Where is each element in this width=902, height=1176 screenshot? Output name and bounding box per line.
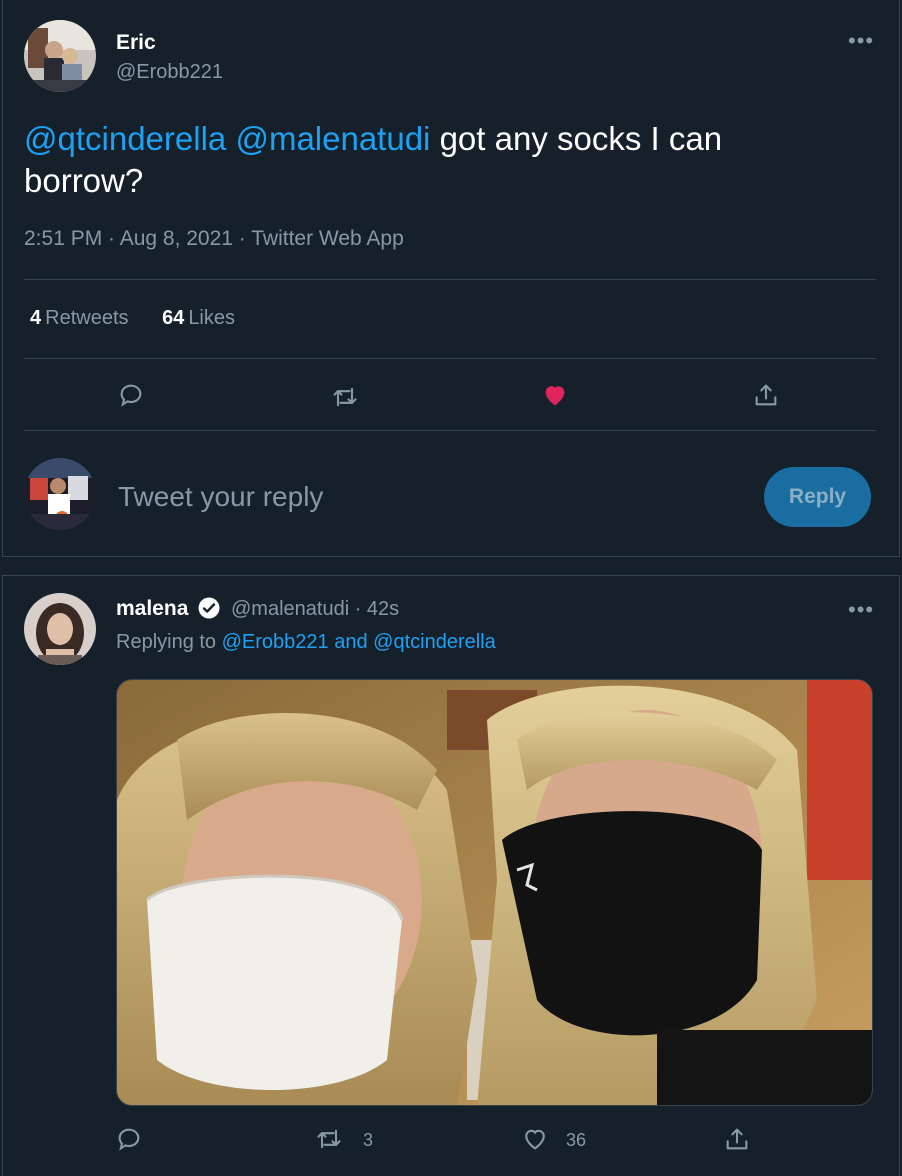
eric-avatar[interactable]	[24, 20, 96, 92]
reply-author-handle: @malenatudi · 42s	[231, 598, 399, 621]
share-icon[interactable]	[749, 378, 783, 412]
reply-handle[interactable]: @malenatudi	[231, 598, 349, 620]
malena-avatar[interactable]	[24, 593, 96, 665]
replying-to: Replying to @Erobb221 and @qtcinderella	[116, 631, 496, 654]
divider	[24, 279, 876, 280]
like-count: 36	[566, 1130, 587, 1150]
mention-link[interactable]: @qtcinderella	[24, 120, 226, 157]
retweets-stat[interactable]: 4 Retweets	[30, 307, 129, 329]
retweet-icon[interactable]	[312, 1122, 346, 1156]
liked-heart-icon[interactable]	[538, 378, 572, 412]
replying-prefix: Replying to	[116, 631, 222, 653]
reply-input[interactable]: Tweet your reply	[118, 481, 323, 513]
reply-icon[interactable]	[114, 378, 148, 412]
more-options-icon[interactable]: •••	[848, 28, 874, 54]
current-user-avatar[interactable]	[24, 458, 96, 530]
mention-link[interactable]: @malenatudi	[235, 120, 430, 157]
engagement-stats: 4 Retweets 64 Likes	[30, 307, 263, 330]
retweet-icon[interactable]	[328, 380, 362, 414]
tweet-photo[interactable]	[116, 679, 873, 1106]
retweets-count: 4	[30, 307, 42, 329]
reply-button[interactable]: Reply	[764, 467, 871, 527]
likes-count: 64	[162, 307, 185, 329]
likes-label: Likes	[188, 307, 236, 329]
divider	[24, 358, 876, 359]
retweets-label: Retweets	[45, 307, 129, 329]
replying-and: and	[328, 631, 374, 653]
section-gap	[0, 557, 902, 575]
reply-author-name[interactable]: malena	[116, 597, 188, 621]
author-name[interactable]: Eric	[116, 31, 156, 55]
retweet-count: 3	[363, 1130, 374, 1150]
verified-badge-icon	[197, 596, 221, 620]
likes-stat[interactable]: 64 Likes	[162, 307, 235, 329]
replying-mention[interactable]: @qtcinderella	[373, 631, 496, 653]
share-icon[interactable]	[720, 1122, 754, 1156]
author-handle[interactable]: @Erobb221	[116, 61, 223, 84]
divider	[24, 430, 876, 431]
reply-time[interactable]: · 42s	[349, 598, 399, 620]
more-options-icon[interactable]: •••	[848, 597, 874, 623]
like-icon[interactable]	[518, 1122, 552, 1156]
tweet-text: @qtcinderella @malenatudi got any socks …	[24, 118, 844, 202]
reply-icon[interactable]	[112, 1122, 146, 1156]
replying-mention[interactable]: @Erobb221	[222, 631, 329, 653]
tweet-timestamp[interactable]: 2:51 PM · Aug 8, 2021 · Twitter Web App	[24, 227, 404, 251]
